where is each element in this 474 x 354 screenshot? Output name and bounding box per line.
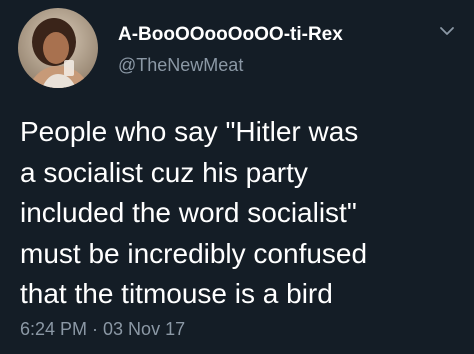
- display-name[interactable]: A-BooOOooOoOO-ti-Rex: [118, 24, 343, 46]
- tweet-text: People who say "Hitler was a socialist c…: [20, 116, 368, 309]
- chevron-down-icon[interactable]: [438, 24, 456, 38]
- user-handle[interactable]: @TheNewMeat: [118, 54, 243, 76]
- avatar-image: [18, 8, 98, 88]
- tweet-card: A-BooOOooOoOO-ti-Rex @TheNewMeat People …: [0, 0, 474, 354]
- tweet-timestamp[interactable]: 6:24 PM · 03 Nov 17: [20, 318, 185, 340]
- avatar[interactable]: [18, 8, 98, 88]
